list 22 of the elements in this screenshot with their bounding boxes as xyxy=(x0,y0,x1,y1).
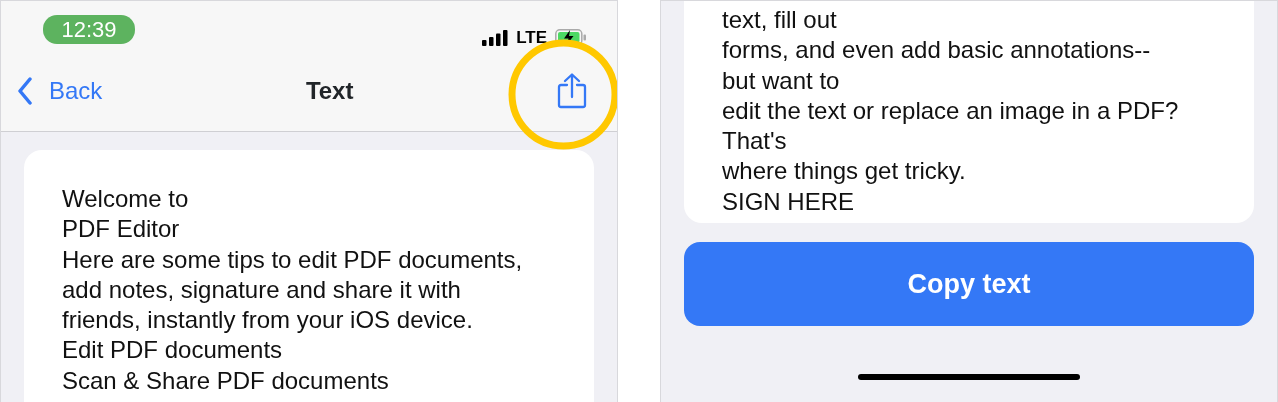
copy-button[interactable]: Copy text xyxy=(684,242,1254,327)
text-line: PDF Editor xyxy=(62,214,181,245)
text-line: That's xyxy=(722,126,788,157)
network-label: LTE xyxy=(516,27,547,49)
clock-pill: 12:39 xyxy=(43,15,135,44)
text-line: Scan & Share PDF documents xyxy=(62,365,390,396)
text-line: text, fill out xyxy=(722,5,838,35)
screen-title: Text xyxy=(305,76,354,106)
chevron-icon xyxy=(17,77,33,105)
text-line: but want to xyxy=(722,65,841,96)
share-icon[interactable] xyxy=(557,73,587,109)
text-line: add notes, signature and share it with xyxy=(62,274,462,305)
text-line: Edit PDF documents xyxy=(62,335,284,366)
text-line: Here are some tips to edit PDF documents, xyxy=(62,244,524,275)
signal-icon xyxy=(482,29,509,46)
text-line: where things get tricky. xyxy=(722,156,967,187)
text-line: friends, instantly from your iOS device. xyxy=(62,305,474,336)
text-line: Welcome to xyxy=(62,184,190,214)
text-line: edit the text or replace an image in a PDF? xyxy=(722,95,1180,126)
text-line: SIGN HERE xyxy=(722,186,856,217)
text-line: forms, and even add basic annotations-- xyxy=(722,35,1152,66)
back-button[interactable]: Back xyxy=(17,73,103,109)
